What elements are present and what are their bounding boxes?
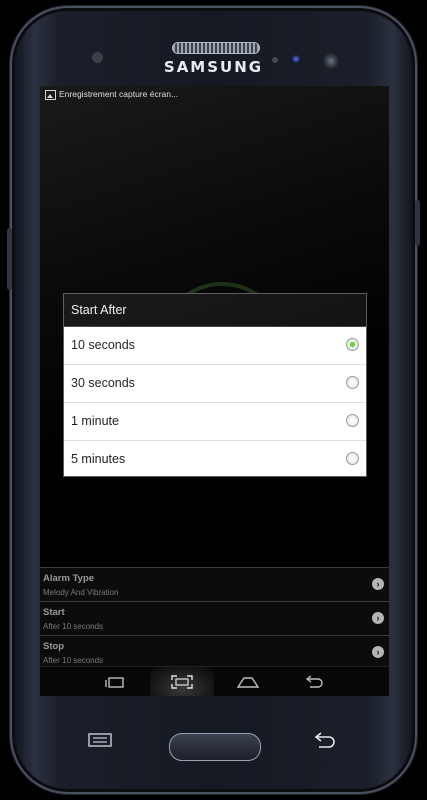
option-30-seconds[interactable]: 30 seconds [64,365,366,403]
start-after-dialog: Start After 10 seconds 30 seconds 1 minu… [63,293,367,477]
setting-stop[interactable]: Stop After 10 seconds › [40,635,389,669]
dialog-title: Start After [64,294,366,327]
chevron-right-icon: › [372,612,384,624]
brand-logo: SAMSUNG [163,58,264,76]
earpiece-speaker [172,42,260,54]
proximity-sensor [272,57,278,63]
option-label: 10 seconds [71,338,135,352]
back-icon [305,675,323,688]
option-label: 1 minute [71,414,119,428]
setting-title: Alarm Type [43,573,95,584]
screenshot-button[interactable] [150,667,214,696]
setting-alarm-type[interactable]: Alarm Type Melody And Vibration › [40,567,389,601]
recent-apps-icon [105,677,124,688]
setting-subtitle: After 10 seconds [43,622,104,631]
notification-text: Enregistrement capture écran... [59,89,179,99]
navigation-bar [40,666,389,696]
option-5-minutes[interactable]: 5 minutes [64,441,366,478]
setting-start[interactable]: Start After 10 seconds › [40,601,389,635]
setting-title: Start [43,607,65,618]
screenshot-icon [171,675,193,689]
setting-title: Stop [43,641,65,652]
radio-unselected-icon[interactable] [346,376,359,389]
radio-selected-icon[interactable] [346,338,359,351]
option-label: 30 seconds [71,376,135,390]
setting-subtitle: After 10 seconds [43,656,104,665]
home-button[interactable] [218,667,278,696]
chevron-right-icon: › [372,646,384,658]
option-10-seconds[interactable]: 10 seconds [64,327,366,365]
menu-icon [88,733,112,747]
radio-unselected-icon[interactable] [346,452,359,465]
image-icon [45,90,56,100]
chevron-right-icon: › [372,578,384,590]
setting-subtitle: Melody And Vibration [43,588,119,597]
light-sensor [292,55,300,63]
power-button[interactable] [415,200,420,246]
back-icon [314,732,335,748]
recent-apps-button[interactable] [84,667,144,696]
volume-button[interactable] [7,228,12,290]
option-label: 5 minutes [71,452,126,466]
option-1-minute[interactable]: 1 minute [64,403,366,441]
home-icon [237,677,259,688]
status-bar: Enregistrement capture écran... [40,86,389,106]
radio-unselected-icon[interactable] [346,414,359,427]
hardware-menu-key[interactable] [88,733,112,747]
sensor-dot [92,52,103,63]
back-button[interactable] [284,667,344,696]
hardware-home-key[interactable] [169,733,261,761]
settings-list: Alarm Type Melody And Vibration › Start … [40,567,389,669]
hardware-back-key[interactable] [311,732,337,748]
screen: Enregistrement capture écran... Start Af… [40,86,389,696]
front-camera [323,53,339,69]
